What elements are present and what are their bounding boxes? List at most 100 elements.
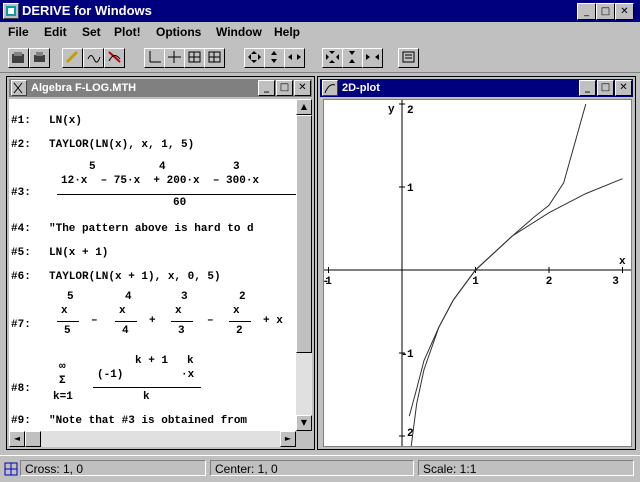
term-num: x <box>233 305 240 317</box>
x-tick-label: 3 <box>612 276 619 288</box>
expr-text-1[interactable]: LN(x) <box>49 115 82 127</box>
expr-label-1[interactable]: #1: <box>11 115 31 127</box>
algebra-close-button[interactable]: ✕ <box>294 80 311 96</box>
term-op: + <box>149 315 156 327</box>
center-status: Center: 1, 0 <box>210 460 414 476</box>
plot-window[interactable]: 2D-plot _ □ ✕ 11232112-- y x <box>317 76 636 450</box>
expr-text-6[interactable]: TAYLOR(LN(x + 1), x, 0, 5) <box>49 271 221 283</box>
zoom-vertical-icon[interactable] <box>264 48 285 68</box>
expr-label-2[interactable]: #2: <box>11 139 31 151</box>
zoom-out-horizontal-icon[interactable] <box>362 48 383 68</box>
expr-label-4[interactable]: #4: <box>11 223 31 235</box>
author-icon[interactable] <box>62 48 83 68</box>
algebra-window-title: Algebra F-LOG.MTH <box>31 82 137 94</box>
expr-exp-3b: 4 <box>159 161 166 173</box>
expr-text-2[interactable]: TAYLOR(LN(x), x, 1, 5) <box>49 139 194 151</box>
expr-label-5[interactable]: #5: <box>11 247 31 259</box>
term-num: x <box>61 305 68 317</box>
term-den: 3 <box>178 325 185 337</box>
menu-edit[interactable]: Edit <box>44 25 67 39</box>
menu-set[interactable]: Set <box>82 25 101 39</box>
term-den: 4 <box>122 325 129 337</box>
delete-icon[interactable] <box>104 48 125 68</box>
term-exp: 5 <box>67 291 74 303</box>
expr-label-7[interactable]: #7: <box>11 319 31 331</box>
grid-center-icon[interactable] <box>204 48 225 68</box>
curves <box>408 103 623 446</box>
scroll-hthumb[interactable] <box>25 431 41 447</box>
expr-numerator-3: 12·x – 75·x + 200·x – 300·x <box>61 175 260 187</box>
y-tick-label: 1 <box>407 183 414 195</box>
expr-text-5[interactable]: LN(x + 1) <box>49 247 108 259</box>
plot-window-title: 2D-plot <box>342 82 380 94</box>
algebra-minimize-button[interactable]: _ <box>258 80 275 96</box>
term-num: x <box>175 305 182 317</box>
y-axis-label: y <box>388 104 395 116</box>
algebra-vertical-scrollbar[interactable]: ▲ ▼ <box>296 99 312 431</box>
open-icon[interactable] <box>8 48 29 68</box>
plot-maximize-button[interactable]: □ <box>597 80 614 96</box>
app-icon[interactable] <box>3 3 19 19</box>
zoom-out-vertical-icon[interactable] <box>342 48 363 68</box>
zoom-horizontal-icon[interactable] <box>284 48 305 68</box>
expr-label-6[interactable]: #6: <box>11 271 31 283</box>
algebra-horizontal-scrollbar[interactable]: ◄ ► <box>9 431 296 447</box>
sum-top: ∞ <box>59 361 66 373</box>
y-tick-minus: - <box>401 349 408 361</box>
menu-plot[interactable]: Plot! <box>114 25 141 39</box>
menu-help[interactable]: Help <box>274 25 300 39</box>
grid-status-icon <box>4 462 18 476</box>
toolbar <box>0 44 640 73</box>
scroll-thumb[interactable] <box>296 115 312 353</box>
status-bar: Cross: 1, 0 Center: 1, 0 Scale: 1:1 <box>0 455 640 482</box>
scale-icon[interactable] <box>398 48 419 68</box>
plot-canvas[interactable]: 11232112-- y x <box>323 99 632 447</box>
y-tick-label: 1 <box>407 349 414 361</box>
title-bar: DERIVE for Windows _ □ ✕ <box>0 0 640 22</box>
expr-text-9[interactable]: "Note that #3 is obtained from <box>49 415 247 427</box>
minimize-button[interactable]: _ <box>577 3 596 20</box>
sum-symbol: Σ <box>59 375 66 387</box>
zoom-in-icon[interactable] <box>244 48 265 68</box>
close-button[interactable]: ✕ <box>615 3 634 20</box>
plot-window-icon[interactable] <box>322 80 338 96</box>
menu-options[interactable]: Options <box>156 25 201 39</box>
term-bar <box>229 321 251 322</box>
plot-minimize-button[interactable]: _ <box>579 80 596 96</box>
expr-text-4[interactable]: "The pattern above is hard to d <box>49 223 254 235</box>
axes-icon[interactable] <box>144 48 165 68</box>
menu-window[interactable]: Window <box>216 25 262 39</box>
zoom-out-icon[interactable] <box>322 48 343 68</box>
simplify-icon[interactable] <box>83 48 104 68</box>
scroll-down-arrow[interactable]: ▼ <box>296 415 312 431</box>
expr-label-9[interactable]: #9: <box>11 415 31 427</box>
cross-icon[interactable] <box>164 48 185 68</box>
term-op: + x <box>263 315 283 327</box>
scroll-up-arrow[interactable]: ▲ <box>296 99 312 115</box>
window-title: DERIVE for Windows <box>22 3 152 18</box>
sum-xterm: ·x <box>181 369 195 381</box>
x-axis-label: x <box>619 256 626 268</box>
algebra-content[interactable]: #1: LN(x) #2: TAYLOR(LN(x), x, 1, 5) #3:… <box>9 99 296 431</box>
term-exp: 3 <box>181 291 188 303</box>
plot-svg[interactable]: 11232112-- y x <box>324 100 631 446</box>
algebra-maximize-button[interactable]: □ <box>276 80 293 96</box>
term-bar <box>57 321 79 322</box>
grid-icon[interactable] <box>184 48 205 68</box>
term-den: 5 <box>64 325 71 337</box>
plot-close-button[interactable]: ✕ <box>615 80 632 96</box>
scroll-left-arrow[interactable]: ◄ <box>9 431 25 447</box>
sum-bottom: k=1 <box>53 391 73 403</box>
scale-status: Scale: 1:1 <box>418 460 634 476</box>
menu-bar: File Edit Set Plot! Options Window Help <box>0 22 640 42</box>
algebra-window[interactable]: Algebra F-LOG.MTH _ □ ✕ #1: LN(x) #2: TA… <box>6 76 315 450</box>
print-icon[interactable] <box>29 48 50 68</box>
algebra-window-icon[interactable] <box>11 80 27 96</box>
expr-label-3[interactable]: #3: <box>11 187 31 199</box>
scroll-right-arrow[interactable]: ► <box>280 431 296 447</box>
x-tick-label: 1 <box>472 276 479 288</box>
sum-numerator: (-1) <box>97 369 124 381</box>
expr-label-8[interactable]: #8: <box>11 383 31 395</box>
maximize-button[interactable]: □ <box>596 3 615 20</box>
menu-file[interactable]: File <box>8 25 29 39</box>
